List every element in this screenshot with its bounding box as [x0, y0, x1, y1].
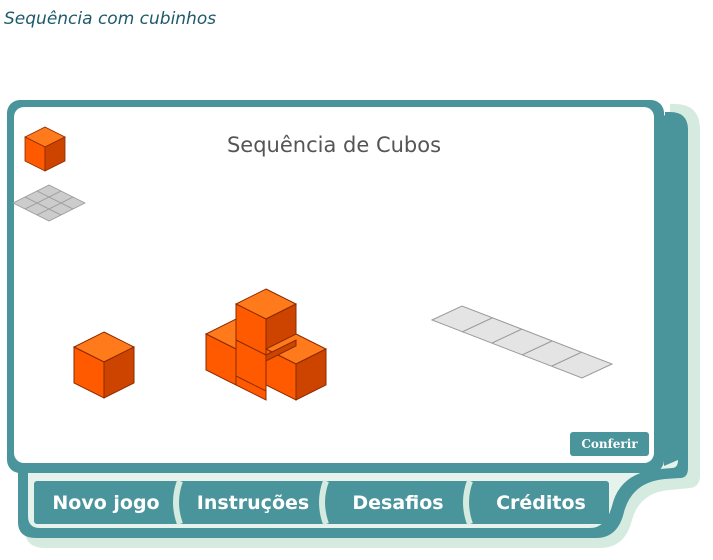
cube-icon[interactable]	[24, 126, 66, 172]
game-panel: Sequência de Cubos	[14, 107, 654, 463]
grid-tile-icon[interactable]	[12, 184, 86, 222]
panel-title: Sequência de Cubos	[226, 133, 442, 157]
sequence-term-1	[72, 331, 136, 399]
sequence-term-3-placeholder[interactable]	[430, 305, 614, 381]
tab-novo-jogo[interactable]: Novo jogo	[38, 483, 174, 523]
sequence-term-2	[204, 288, 328, 401]
tab-instrucoes[interactable]: Instruções	[184, 483, 322, 523]
check-button[interactable]: Conferir	[570, 432, 649, 456]
tab-desafios[interactable]: Desafios	[330, 483, 466, 523]
tab-creditos[interactable]: Créditos	[474, 483, 608, 523]
